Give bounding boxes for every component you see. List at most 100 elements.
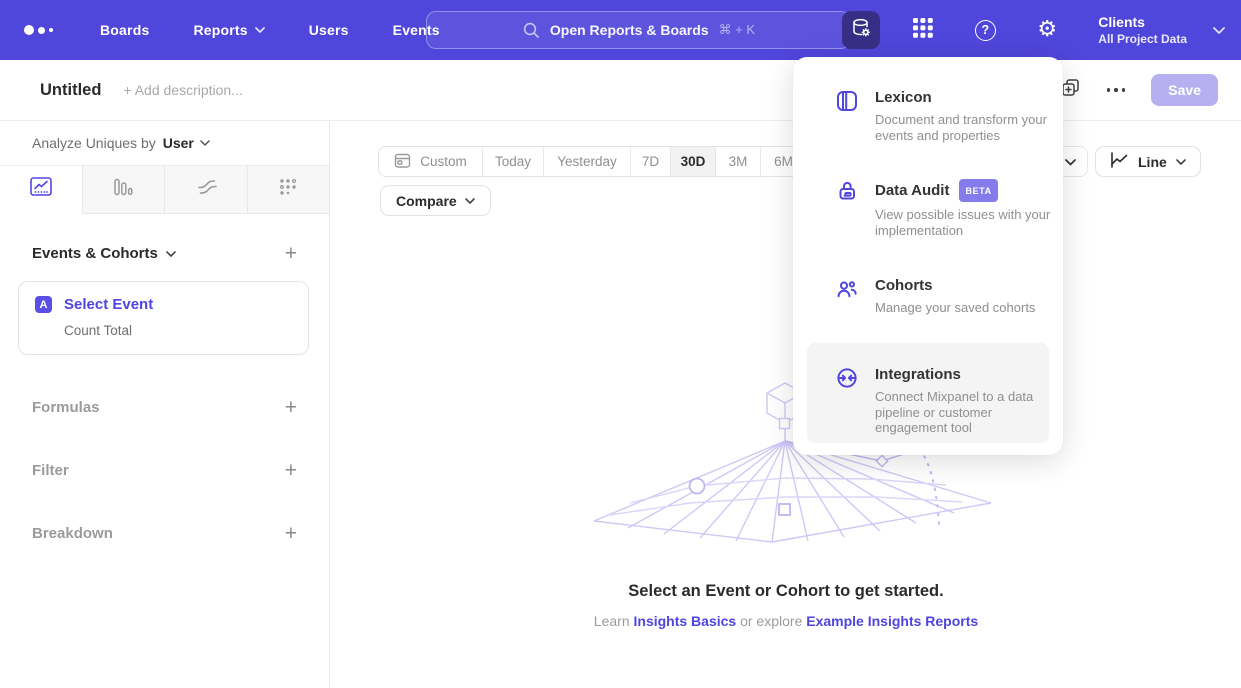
data-management-button[interactable]: [842, 11, 880, 49]
analyze-by-dropdown[interactable]: User: [163, 135, 210, 151]
menu-item-cohorts[interactable]: Cohorts Manage your saved cohorts: [793, 277, 1063, 316]
report-description-placeholder[interactable]: + Add description...: [123, 82, 242, 98]
top-navigation-bar: Boards Reports Users Events Open Reports…: [0, 0, 1241, 60]
menu-item-integrations-highlight[interactable]: Integrations Connect Mixpanel to a data …: [807, 343, 1049, 443]
chevron-down-icon: [1065, 153, 1076, 171]
database-gear-icon: [850, 17, 872, 44]
menu-item-title: Lexicon: [875, 89, 932, 107]
tab-metrics[interactable]: [248, 166, 330, 213]
date-range-label: Custom: [420, 154, 467, 169]
bar-chart-tab-icon: [113, 177, 133, 202]
add-filter-button[interactable]: +: [285, 460, 297, 481]
global-search-input[interactable]: Open Reports & Boards ⌘ + K: [426, 11, 851, 49]
beta-badge: BETA: [959, 179, 997, 202]
report-title[interactable]: Untitled: [40, 81, 101, 100]
cohorts-people-icon: [835, 277, 859, 316]
nav-label: Boards: [100, 22, 149, 38]
chart-canvas: Custom Today Yesterday 7D 30D 3M 6M Comp…: [331, 121, 1241, 688]
menu-item-title: Data Audit: [875, 182, 949, 200]
analyze-prefix-label: Analyze Uniques by: [32, 135, 156, 151]
chart-type-tabs: [0, 166, 329, 214]
org-name: Clients: [1098, 14, 1187, 30]
date-range-label: Today: [495, 154, 531, 169]
menu-item-title: Integrations: [875, 366, 961, 384]
chevron-down-icon: [255, 27, 265, 33]
menu-item-lexicon[interactable]: Lexicon Document and transform your even…: [793, 89, 1063, 143]
formulas-row: Formulas +: [0, 397, 329, 418]
flow-chart-tab-icon: [195, 178, 217, 201]
select-event-button[interactable]: Select Event: [64, 296, 153, 313]
tab-flow-chart[interactable]: [165, 166, 248, 213]
nav-item-reports[interactable]: Reports: [193, 22, 264, 38]
tab-insights-line-chart[interactable]: [0, 166, 83, 213]
primary-nav: Boards Reports Users Events: [100, 22, 440, 38]
data-audit-lock-icon: [835, 179, 859, 238]
learn-prefix: Learn: [594, 613, 630, 629]
date-range-label: 3M: [729, 154, 748, 169]
event-aggregation-dropdown[interactable]: Count Total: [64, 323, 292, 338]
nav-item-boards[interactable]: Boards: [100, 22, 149, 38]
project-name: All Project Data: [1098, 32, 1187, 46]
formulas-label: Formulas: [32, 399, 100, 416]
date-range-label: 7D: [642, 154, 659, 169]
help-icon: ?: [975, 20, 996, 41]
help-button[interactable]: ?: [966, 11, 1004, 49]
chevron-down-icon: [1213, 27, 1225, 34]
date-range-label: Yesterday: [557, 154, 617, 169]
menu-item-description: Manage your saved cohorts: [875, 300, 1067, 316]
date-range-30d[interactable]: 30D: [671, 147, 716, 176]
menu-item-description: View possible issues with your implement…: [875, 207, 1067, 238]
data-management-menu: Lexicon Document and transform your even…: [793, 57, 1063, 455]
event-letter-badge: A: [35, 296, 52, 313]
more-options-icon[interactable]: [1103, 84, 1130, 96]
line-chart-icon: [1110, 152, 1129, 171]
events-cohorts-label: Events & Cohorts: [32, 245, 158, 262]
calendar-icon: [394, 152, 411, 172]
topnav-right-cluster: ? ⚙ Clients All Project Data: [842, 0, 1225, 60]
analyze-by-value: User: [163, 135, 194, 151]
insights-basics-link[interactable]: Insights Basics: [634, 613, 737, 629]
nav-item-users[interactable]: Users: [309, 22, 349, 38]
apps-grid-button[interactable]: [904, 11, 942, 49]
date-range-custom[interactable]: Custom: [379, 147, 483, 176]
chart-style-dropdown[interactable]: Line: [1095, 146, 1201, 177]
integrations-sync-icon: [835, 366, 859, 436]
date-range-label: 6M: [774, 154, 793, 169]
menu-item-title: Cohorts: [875, 277, 933, 295]
tab-bar-chart[interactable]: [83, 166, 166, 213]
add-formula-button[interactable]: +: [285, 397, 297, 418]
compare-dropdown[interactable]: Compare: [380, 185, 491, 216]
events-cohorts-header: Events & Cohorts +: [0, 243, 329, 264]
date-range-control: Custom Today Yesterday 7D 30D 3M 6M: [378, 146, 807, 177]
settings-button[interactable]: ⚙: [1028, 11, 1066, 49]
empty-state-subtitle: Learn Insights Basics or explore Example…: [331, 613, 1241, 629]
menu-item-description: Connect Mixpanel to a data pipeline or c…: [875, 389, 1067, 436]
nav-label: Reports: [193, 22, 247, 38]
events-cohorts-dropdown[interactable]: Events & Cohorts: [32, 245, 176, 262]
date-range-3m[interactable]: 3M: [716, 147, 761, 176]
filter-label: Filter: [32, 462, 69, 479]
chart-style-label: Line: [1138, 154, 1167, 170]
filter-row: Filter +: [0, 460, 329, 481]
event-card[interactable]: A Select Event Count Total: [18, 281, 309, 355]
breakdown-row: Breakdown +: [0, 523, 329, 544]
save-button[interactable]: Save: [1151, 74, 1218, 106]
menu-item-integrations[interactable]: Integrations Connect Mixpanel to a data …: [807, 366, 1049, 436]
apps-grid-icon: [913, 18, 933, 43]
report-header-actions: Save: [1060, 74, 1218, 106]
mixpanel-logo[interactable]: [24, 25, 60, 35]
date-range-today[interactable]: Today: [483, 147, 544, 176]
menu-item-data-audit[interactable]: Data Audit BETA View possible issues wit…: [793, 179, 1063, 238]
project-selector[interactable]: Clients All Project Data: [1098, 14, 1187, 46]
breakdown-label: Breakdown: [32, 525, 113, 542]
search-icon: [522, 21, 540, 39]
date-range-yesterday[interactable]: Yesterday: [544, 147, 631, 176]
settings-gear-icon: ⚙: [1037, 19, 1057, 41]
add-event-button[interactable]: +: [285, 243, 297, 264]
date-range-7d[interactable]: 7D: [631, 147, 671, 176]
compare-label: Compare: [396, 193, 457, 209]
add-breakdown-button[interactable]: +: [285, 523, 297, 544]
example-reports-link[interactable]: Example Insights Reports: [806, 613, 978, 629]
line-chart-tab-icon: [30, 177, 52, 202]
lexicon-book-icon: [835, 89, 859, 143]
